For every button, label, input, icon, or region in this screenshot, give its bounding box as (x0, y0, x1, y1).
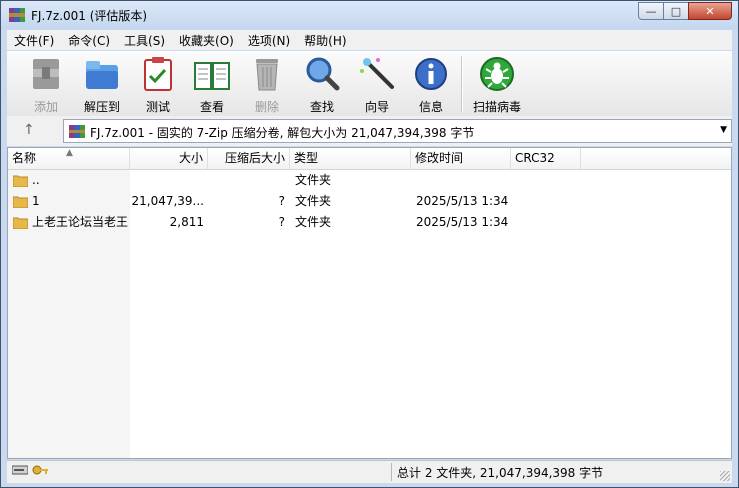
test-button[interactable]: 测试 (132, 55, 184, 114)
close-button[interactable]: ✕ (688, 2, 732, 20)
row-size (130, 170, 204, 191)
row-type: 文件夹 (295, 215, 332, 229)
virus-scan-label: 扫描病毒 (472, 100, 521, 114)
menu-options[interactable]: 选项(N) (241, 32, 297, 49)
minimize-icon: — (645, 4, 657, 18)
info-button[interactable]: 信息 (405, 55, 457, 114)
archive-icon (69, 125, 85, 138)
row-modified: 2025/5/13 1:34 (416, 194, 509, 208)
view-button[interactable]: 查看 (186, 55, 238, 114)
minimize-button[interactable]: — (638, 2, 664, 20)
row-type: 文件夹 (295, 173, 332, 187)
info-icon (415, 58, 447, 90)
window-title: FJ.7z.001 (评估版本) (31, 9, 148, 23)
view-icon (194, 62, 230, 90)
wizard-label: 向导 (364, 100, 389, 114)
column-crc32[interactable]: CRC32 (511, 148, 581, 169)
column-name[interactable]: 名称 ▲ (8, 148, 130, 169)
column-type-label: 类型 (294, 151, 319, 165)
row-packed: ? (278, 215, 285, 229)
resize-grip[interactable] (720, 471, 730, 481)
toolbar: 添加 解压到 测试 查看 删除 查找 向导 信息 扫描病毒 (7, 51, 732, 117)
address-field[interactable]: FJ.7z.001 - 固实的 7-Zip 压缩分卷, 解包大小为 21,047… (63, 119, 732, 143)
column-modified-label: 修改时间 (415, 151, 464, 165)
status-divider (391, 463, 392, 481)
file-list[interactable]: 名称 ▲ 大小 压缩后大小 类型 修改时间 CRC32 .. 文件夹 1 21,… (7, 147, 732, 459)
menu-tools[interactable]: 工具(S) (117, 32, 172, 49)
wizard-icon (360, 58, 394, 89)
up-folder-button[interactable]: ↑ (23, 122, 35, 138)
column-modified[interactable]: 修改时间 (411, 148, 511, 169)
test-label: 测试 (145, 100, 170, 114)
row-size: 21,047,39... (131, 194, 204, 208)
delete-icon (256, 59, 278, 91)
table-row[interactable]: .. 文件夹 (8, 170, 731, 191)
add-button[interactable]: 添加 (20, 55, 72, 114)
extract-label: 解压到 (83, 100, 120, 114)
row-type: 文件夹 (295, 194, 332, 208)
address-text: FJ.7z.001 - 固实的 7-Zip 压缩分卷, 解包大小为 21,047… (90, 126, 475, 140)
list-header: 名称 ▲ 大小 压缩后大小 类型 修改时间 CRC32 (8, 148, 731, 170)
column-type[interactable]: 类型 (290, 148, 411, 169)
key-icon[interactable] (32, 464, 48, 476)
virus-scan-button[interactable]: 扫描病毒 (470, 55, 524, 114)
view-label: 查看 (199, 100, 224, 114)
column-crc-label: CRC32 (515, 151, 555, 165)
column-packed-label: 压缩后大小 (224, 151, 285, 165)
extract-icon (86, 61, 118, 89)
app-icon (9, 8, 25, 22)
close-icon: ✕ (705, 4, 715, 18)
table-row[interactable]: 上老王论坛当老王 2,811 ? 文件夹 2025/5/13 1:34 (8, 212, 731, 233)
menu-commands[interactable]: 命令(C) (61, 32, 117, 49)
row-name: 上老王论坛当老王 (32, 215, 129, 229)
row-name: .. (32, 173, 40, 187)
address-bar: ↑ FJ.7z.001 - 固实的 7-Zip 压缩分卷, 解包大小为 21,0… (7, 116, 732, 146)
delete-button[interactable]: 删除 (241, 55, 293, 114)
test-icon (144, 57, 172, 91)
column-name-label: 名称 (12, 151, 37, 165)
row-name: 1 (32, 194, 40, 208)
chevron-down-icon[interactable]: ▼ (720, 125, 727, 135)
column-packed-size[interactable]: 压缩后大小 (208, 148, 290, 169)
column-size[interactable]: 大小 (130, 148, 208, 169)
table-row[interactable]: 1 21,047,39... ? 文件夹 2025/5/13 1:34 (8, 191, 731, 212)
menu-help[interactable]: 帮助(H) (297, 32, 353, 49)
row-packed (208, 170, 285, 191)
menu-favorites[interactable]: 收藏夹(O) (172, 32, 241, 49)
menu-bar: 文件(F) 命令(C) 工具(S) 收藏夹(O) 选项(N) 帮助(H) (7, 30, 732, 50)
row-size: 2,811 (169, 215, 204, 229)
info-label: 信息 (418, 100, 443, 114)
main-window: FJ.7z.001 (评估版本) — □ ✕ 文件(F) 命令(C) 工具(S)… (0, 0, 739, 488)
maximize-button[interactable]: □ (663, 2, 689, 20)
virus-scan-icon (480, 57, 514, 91)
title-bar[interactable]: FJ.7z.001 (评估版本) — □ ✕ (1, 1, 738, 29)
add-icon (33, 59, 59, 89)
row-packed: ? (278, 194, 285, 208)
delete-label: 删除 (254, 100, 279, 114)
folder-icon (13, 217, 28, 229)
extract-button[interactable]: 解压到 (76, 55, 128, 114)
row-modified (416, 170, 511, 191)
wizard-button[interactable]: 向导 (351, 55, 403, 114)
folder-icon (13, 175, 28, 187)
find-icon (306, 57, 340, 91)
sort-ascending-icon: ▲ (66, 148, 73, 158)
status-bar: 总计 2 文件夹, 21,047,394,398 字节 (7, 460, 732, 483)
toolbar-separator (461, 56, 463, 112)
find-button[interactable]: 查找 (296, 55, 348, 114)
drive-icon[interactable] (12, 464, 28, 476)
row-modified: 2025/5/13 1:34 (416, 215, 509, 229)
find-label: 查找 (309, 100, 334, 114)
menu-file[interactable]: 文件(F) (7, 32, 61, 49)
maximize-icon: □ (670, 4, 682, 18)
add-label: 添加 (33, 100, 58, 114)
folder-icon (13, 196, 28, 208)
status-summary: 总计 2 文件夹, 21,047,394,398 字节 (397, 466, 604, 480)
column-size-label: 大小 (178, 151, 203, 165)
